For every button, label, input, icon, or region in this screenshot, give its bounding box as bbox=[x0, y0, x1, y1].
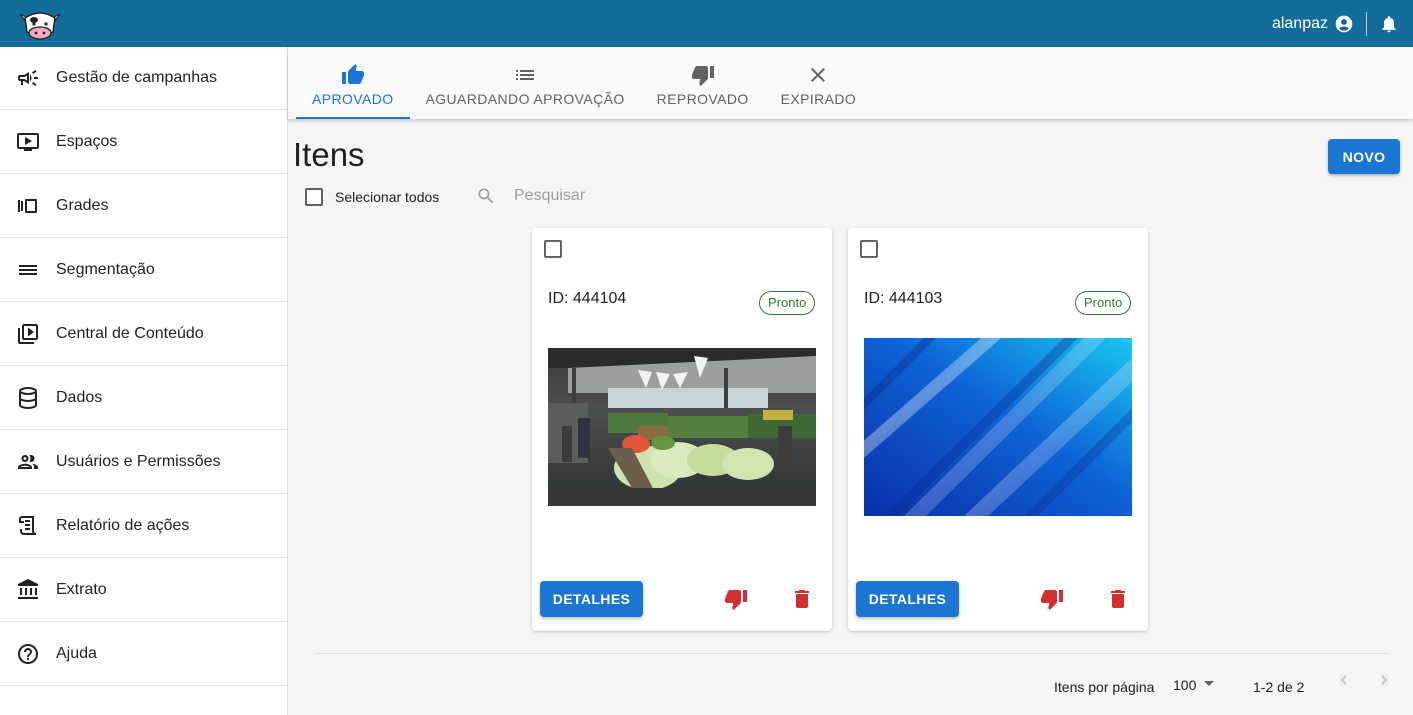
users-icon bbox=[16, 450, 40, 474]
thumb-down-icon[interactable] bbox=[1040, 587, 1064, 611]
header-divider bbox=[1366, 11, 1367, 36]
chevron-left-icon[interactable] bbox=[1334, 670, 1354, 690]
sidebar-item-label: Extrato bbox=[56, 580, 107, 598]
sidebar-item-grids[interactable]: Grades bbox=[0, 174, 287, 238]
item-image bbox=[548, 348, 816, 506]
sidebar: Gestão de campanhas Espaços Grades Segme… bbox=[0, 47, 288, 715]
details-button[interactable]: DETALHES bbox=[856, 581, 959, 617]
tab-label: APROVADO bbox=[312, 91, 394, 107]
footer-divider bbox=[314, 653, 1390, 654]
tab-approved[interactable]: APROVADO bbox=[296, 47, 410, 119]
megaphone-icon bbox=[16, 66, 40, 90]
account-circle-icon[interactable] bbox=[1334, 14, 1354, 34]
item-id: ID: 444103 bbox=[864, 290, 943, 307]
sidebar-item-label: Dados bbox=[56, 388, 103, 406]
item-checkbox[interactable] bbox=[544, 240, 562, 258]
status-badge: Pronto bbox=[1075, 291, 1132, 315]
select-all: Selecionar todos bbox=[305, 188, 439, 206]
sidebar-item-content-center[interactable]: Central de Conteúdo bbox=[0, 302, 287, 366]
search-input[interactable] bbox=[514, 187, 714, 205]
search-icon bbox=[476, 186, 496, 206]
thumb-down-icon[interactable] bbox=[724, 587, 748, 611]
tab-label: EXPIRADO bbox=[780, 91, 857, 107]
tab-pending-approval[interactable]: AGUARDANDO APROVAÇÃO bbox=[410, 47, 641, 119]
status-badge: Pronto bbox=[759, 291, 816, 315]
tab-expired[interactable]: EXPIRADO bbox=[765, 47, 873, 119]
details-button[interactable]: DETALHES bbox=[540, 581, 643, 617]
carousel-icon bbox=[16, 194, 40, 218]
sidebar-item-statement[interactable]: Extrato bbox=[0, 558, 287, 622]
bank-icon bbox=[16, 578, 40, 602]
thumb-up-icon bbox=[341, 63, 365, 87]
username[interactable]: alanpaz bbox=[1272, 15, 1328, 33]
select-all-label: Selecionar todos bbox=[335, 189, 440, 205]
delete-icon[interactable] bbox=[790, 587, 814, 611]
tab-rejected[interactable]: REPROVADO bbox=[641, 47, 765, 119]
sidebar-item-label: Usuários e Permissões bbox=[56, 452, 221, 470]
bell-icon[interactable] bbox=[1379, 13, 1399, 35]
chevron-right-icon[interactable] bbox=[1374, 670, 1394, 690]
status-tabs: APROVADO AGUARDANDO APROVAÇÃO REPROVADO … bbox=[288, 47, 1413, 119]
sidebar-item-label: Grades bbox=[56, 196, 109, 214]
sidebar-item-users[interactable]: Usuários e Permissões bbox=[0, 430, 287, 494]
sidebar-item-label: Relatório de ações bbox=[56, 516, 190, 534]
sidebar-item-action-report[interactable]: Relatório de ações bbox=[0, 494, 287, 558]
sidebar-item-data[interactable]: Dados bbox=[0, 366, 287, 430]
sidebar-item-spaces[interactable]: Espaços bbox=[0, 110, 287, 174]
tab-label: REPROVADO bbox=[656, 91, 749, 107]
sidebar-item-segmentation[interactable]: Segmentação bbox=[0, 238, 287, 302]
sidebar-item-label: Gestão de campanhas bbox=[56, 69, 217, 86]
search-bar bbox=[476, 186, 714, 206]
help-icon bbox=[16, 642, 40, 666]
item-checkbox[interactable] bbox=[860, 240, 878, 258]
video-library-icon bbox=[16, 322, 40, 346]
select-all-checkbox[interactable] bbox=[305, 188, 323, 206]
lines-icon bbox=[16, 258, 40, 282]
thumb-down-icon bbox=[691, 63, 715, 87]
per-page-label: Itens por página bbox=[1054, 679, 1155, 695]
sidebar-item-label: Segmentação bbox=[56, 260, 155, 278]
sidebar-item-campaigns[interactable]: Gestão de campanhas bbox=[0, 47, 287, 110]
delete-icon[interactable] bbox=[1106, 587, 1130, 611]
item-card: ID: 444104 Pronto DETALHES bbox=[532, 228, 832, 631]
per-page-value: 100 bbox=[1173, 677, 1197, 693]
page-range: 1-2 de 2 bbox=[1253, 679, 1305, 695]
sidebar-item-help[interactable]: Ajuda bbox=[0, 622, 287, 686]
new-button[interactable]: NOVO bbox=[1328, 139, 1400, 174]
list-icon bbox=[513, 63, 537, 87]
sidebar-item-label: Ajuda bbox=[56, 644, 97, 662]
sidebar-item-label: Espaços bbox=[56, 132, 118, 150]
per-page-select[interactable]: 100 bbox=[1173, 677, 1215, 693]
top-bar: alanpaz bbox=[0, 0, 1413, 47]
item-id: ID: 444104 bbox=[548, 290, 627, 307]
scroll-icon bbox=[16, 514, 40, 538]
cow-logo-icon[interactable] bbox=[16, 6, 64, 42]
sidebar-item-label: Central de Conteúdo bbox=[56, 324, 204, 342]
chevron-down-icon bbox=[1204, 680, 1215, 686]
item-image bbox=[864, 338, 1132, 516]
database-icon bbox=[16, 386, 40, 410]
play-screen-icon bbox=[16, 130, 40, 154]
tab-label: AGUARDANDO APROVAÇÃO bbox=[425, 91, 625, 107]
item-card: ID: 444103 Pronto DETALHES bbox=[848, 228, 1148, 631]
close-icon bbox=[806, 63, 830, 87]
page-title: Itens bbox=[293, 136, 365, 173]
